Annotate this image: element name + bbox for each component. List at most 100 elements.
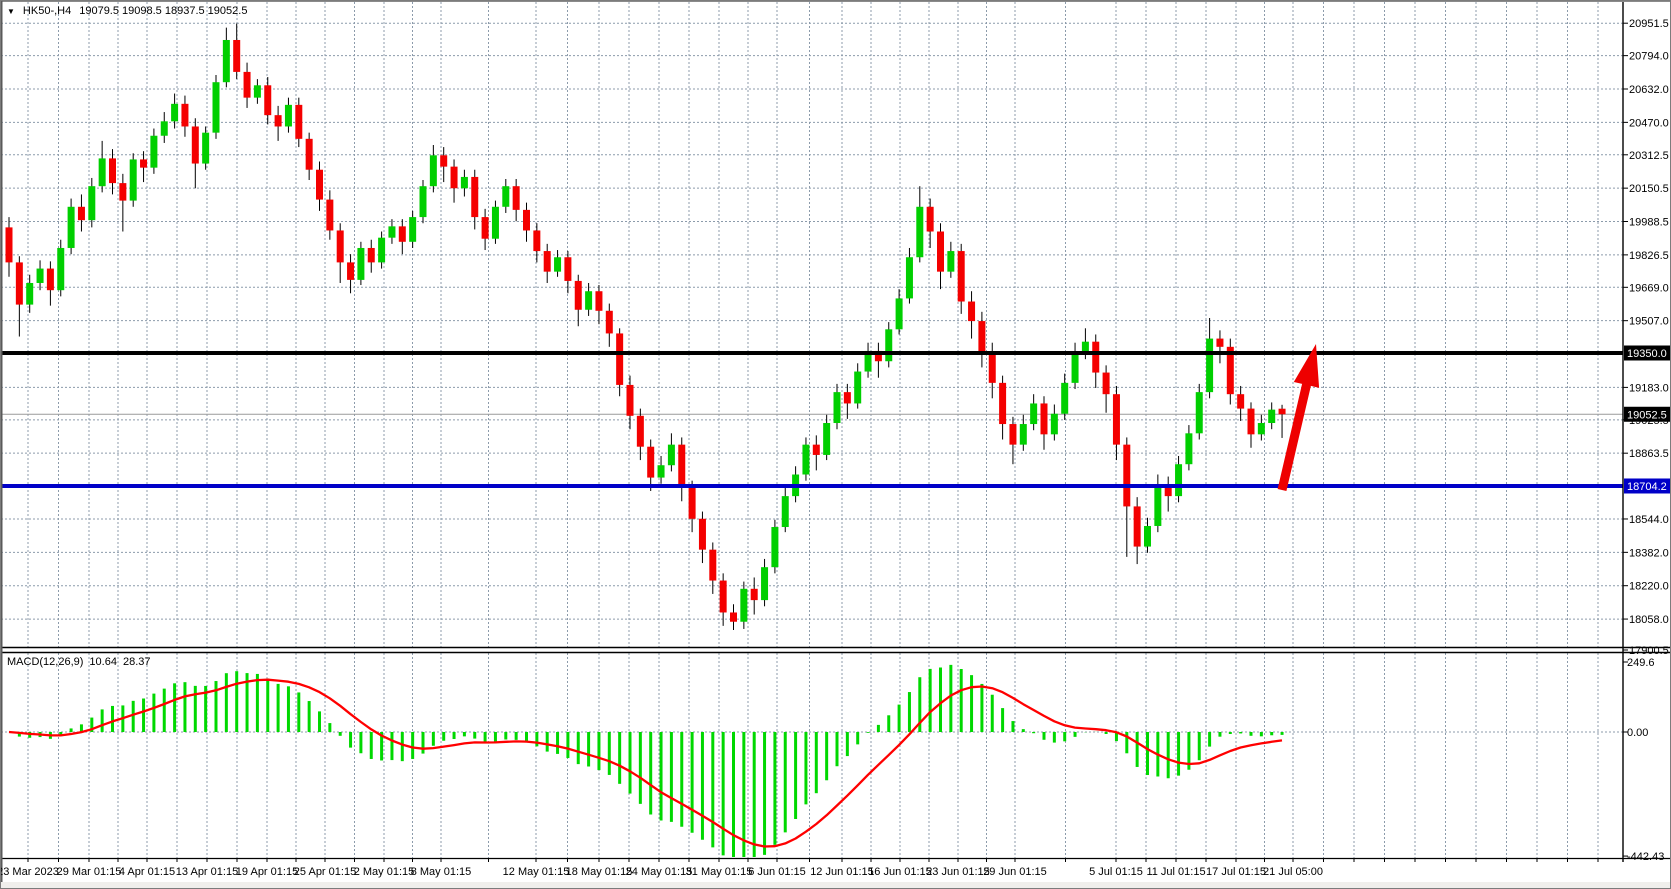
candle-bullish [761, 567, 768, 600]
candle-bearish [958, 251, 965, 301]
candle-bearish [1279, 409, 1286, 415]
candle-bearish [482, 217, 489, 239]
candle-bullish [1154, 486, 1161, 526]
candle-bullish [57, 248, 64, 290]
macd-signal-value: 28.37 [123, 656, 151, 668]
candle-bearish [595, 291, 602, 311]
candle-bullish [885, 329, 892, 361]
candle-bearish [399, 226, 406, 241]
price-axis-label: 19826.5 [1629, 250, 1669, 262]
price-axis-label: 18220.0 [1629, 581, 1669, 593]
price-axis-label: 18544.0 [1629, 514, 1669, 526]
candle-bearish [337, 230, 344, 262]
candle-bearish [616, 333, 623, 384]
time-axis-label: 2 May 01:15 [354, 866, 415, 878]
candle-bullish [947, 251, 954, 272]
candle-bearish [181, 104, 188, 127]
time-axis-label: 23 Jun 01:15 [926, 866, 990, 878]
candle-bullish [1175, 464, 1182, 496]
price-axis-label: 20632.0 [1629, 84, 1669, 96]
time-axis-label: 19 Apr 01:15 [236, 866, 298, 878]
time-axis-label: 16 Jun 01:15 [868, 866, 932, 878]
candle-bullish [430, 155, 437, 186]
candle-bullish [658, 465, 665, 477]
price-axis-label: 20312.5 [1629, 150, 1669, 162]
candle-bearish [16, 262, 23, 304]
price-axis-badge-label: 18704.2 [1627, 481, 1667, 493]
candle-bullish [554, 257, 561, 271]
candle-bearish [575, 281, 582, 310]
chart-header: ▼ HK50-,H4 19079.5 19098.5 18937.5 19052… [7, 5, 247, 17]
candle-bullish [68, 207, 75, 248]
time-axis-label: 6 Jun 01:15 [748, 866, 806, 878]
time-axis-label: 21 Jul 05:00 [1263, 866, 1323, 878]
macd-signal-line [9, 680, 1282, 847]
candle-bearish [78, 207, 85, 220]
time-axis-label: 13 Apr 01:15 [176, 866, 238, 878]
candle-bullish [502, 186, 509, 207]
candle-bearish [699, 519, 706, 550]
price-axis-label: 18382.0 [1629, 547, 1669, 559]
candle-bullish [896, 298, 903, 329]
price-axis-label: 20951.5 [1629, 18, 1669, 30]
candle-bearish [978, 321, 985, 352]
trend-arrow[interactable] [1278, 344, 1320, 491]
macd-axis-label: -442.43 [1627, 851, 1664, 863]
candle-bearish [999, 383, 1006, 424]
candle-bearish [513, 186, 520, 210]
candle-bearish [264, 85, 271, 115]
candle-bullish [1061, 383, 1068, 414]
candle-bullish [388, 226, 395, 237]
candle-bullish [1030, 403, 1037, 424]
candle-bullish [1020, 424, 1027, 445]
candle-bearish [1092, 342, 1099, 373]
candle-bearish [1041, 403, 1048, 434]
candle-bullish [1258, 423, 1265, 434]
candle-bearish [109, 158, 116, 183]
candle-bullish [409, 217, 416, 242]
candle-bearish [295, 105, 302, 139]
candle-bullish [171, 104, 178, 122]
mt4-chart-window: 20951.520794.020632.020470.020312.520150… [0, 0, 1671, 889]
candle-bullish [854, 372, 861, 404]
price-axis-label: 19988.5 [1629, 217, 1669, 229]
candle-bullish [37, 269, 44, 283]
candle-bearish [275, 115, 282, 126]
candle-bearish [647, 447, 654, 478]
candle-bearish [1113, 394, 1120, 444]
macd-name: MACD(12,26,9) [7, 656, 83, 668]
candle-bearish [627, 385, 634, 416]
candle-bullish [285, 105, 292, 127]
candle-bearish [606, 311, 613, 334]
candle-bullish [357, 248, 364, 280]
chart-canvas[interactable]: 20951.520794.020632.020470.020312.520150… [1, 1, 1671, 889]
macd-indicator-label: MACD(12,26,9) 10.64 28.37 [7, 656, 150, 668]
candle-bearish [233, 40, 240, 72]
candle-bearish [140, 159, 147, 167]
candle-bearish [689, 488, 696, 519]
macd-main-value: 10.64 [89, 656, 117, 668]
candle-bullish [202, 133, 209, 164]
candle-bullish [161, 121, 168, 135]
candle-bearish [192, 126, 199, 163]
time-axis-label: 29 Mar 01:15 [57, 866, 122, 878]
time-axis-label: 4 Apr 01:15 [119, 866, 175, 878]
candle-bearish [751, 589, 758, 600]
price-axis-label: 19669.0 [1629, 282, 1669, 294]
candle-bearish [544, 251, 551, 272]
candle-bearish [813, 445, 820, 455]
price-axis-label: 20794.0 [1629, 51, 1669, 63]
price-axis-label: 20470.0 [1629, 117, 1669, 129]
macd-axis-label: 0.00 [1627, 727, 1648, 739]
candle-bearish [306, 139, 313, 170]
candle-bullish [26, 283, 33, 305]
candle-bearish [968, 302, 975, 322]
candle-bullish [740, 589, 747, 622]
candle-bullish [99, 158, 106, 186]
symbol-period-label: HK50-,H4 [23, 5, 71, 17]
candle-bearish [368, 248, 375, 262]
symbol-dropdown-icon[interactable]: ▼ [7, 6, 15, 17]
candle-bullish [834, 392, 841, 423]
candle-bearish [989, 352, 996, 383]
time-axis-label: 8 May 01:15 [411, 866, 472, 878]
